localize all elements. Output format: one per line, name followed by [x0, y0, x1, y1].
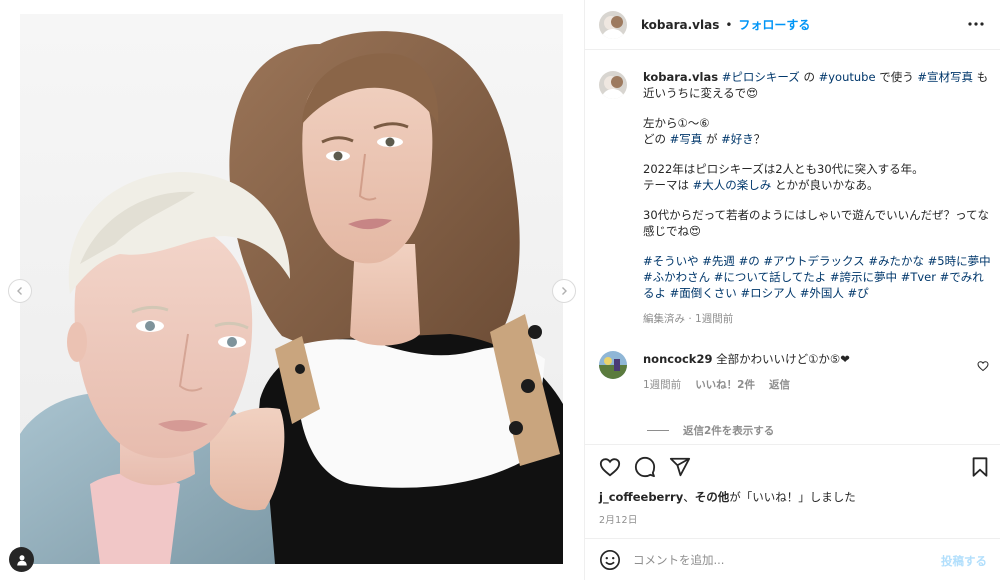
commenter-username[interactable]: noncock29 [643, 352, 712, 366]
hashtag-link[interactable]: #5時に夢中 [928, 254, 991, 268]
hashtag-link[interactable]: #誇示に夢中 [830, 270, 897, 284]
author-username[interactable]: kobara.vlas [641, 18, 719, 32]
hashtag-link[interactable]: #の [739, 254, 760, 268]
caption-text: kobara.vlas #ピロシキーズ の #youtube で使う #宣材写真… [643, 69, 993, 327]
comment-time[interactable]: 1週間前 [643, 377, 681, 393]
previous-image-button[interactable] [8, 279, 32, 303]
hashtag-link[interactable]: #アウトデラックス [763, 254, 864, 268]
next-image-button[interactable] [552, 279, 576, 303]
comments-list[interactable]: kobara.vlas #ピロシキーズ の #youtube で使う #宣材写真… [585, 51, 1000, 444]
hashtag-link[interactable]: #先週 [702, 254, 735, 268]
hashtag-link[interactable]: #Tver [901, 270, 936, 284]
media-panel [0, 0, 584, 580]
caption-theme-text: テーマは #大人の楽しみ とかが良いかなあ。 [643, 177, 993, 193]
comment-item: noncock29 全部かわいいけど①か⑤❤ 1週間前 いいね！2件 返信 [599, 351, 994, 393]
comment-text: 全部かわいいけど①か⑤❤ [712, 352, 850, 366]
caption-text-run: とかが良いかなあ。 [771, 178, 879, 192]
post-actions-bar [585, 444, 1000, 488]
chevron-right-icon [562, 287, 567, 295]
hashtag-link[interactable]: #そういや [643, 254, 699, 268]
hashtag-link[interactable]: #ロシア人 [740, 286, 796, 300]
caption-hashtags: #そういや #先週 #の #アウトデラックス #みたかな #5時に夢中 #ふかわ… [643, 253, 993, 301]
header-separator: • [725, 17, 733, 32]
comment-likes[interactable]: いいね！2件 [695, 377, 755, 393]
caption-text-run: で使う [875, 70, 918, 84]
caption-username[interactable]: kobara.vlas [643, 70, 718, 84]
comment-bubble-icon[interactable] [634, 456, 656, 478]
like-heart-icon[interactable] [599, 456, 621, 478]
caption-text-run: ？ [753, 132, 766, 146]
comment-input[interactable] [633, 552, 933, 567]
hashtag-link[interactable]: #宣材写真 [917, 70, 973, 84]
post-header: kobara.vlas • フォローする [585, 0, 1000, 50]
replies-divider [647, 430, 669, 431]
post-details-panel: kobara.vlas • フォローする kobara.vlas #ピロシキーズ… [584, 0, 1000, 580]
post-photo[interactable] [20, 14, 563, 564]
liker-username[interactable]: j_coffeeberry [599, 490, 683, 504]
hashtag-link[interactable]: #外国人 [800, 286, 844, 300]
caption-text-run: が [702, 132, 722, 146]
hashtag-link[interactable]: #について話してたよ [714, 270, 826, 284]
caption-text-run: どの [643, 132, 670, 146]
hashtag-link[interactable]: #みたかな [868, 254, 924, 268]
caption-text-run: の [799, 70, 819, 84]
more-options-button[interactable] [966, 14, 986, 34]
hashtag-link[interactable]: #大人の楽しみ [693, 178, 772, 192]
share-paper-plane-icon[interactable] [669, 456, 691, 478]
post-caption: kobara.vlas #ピロシキーズ の #youtube で使う #宣材写真… [599, 69, 994, 327]
author-avatar[interactable] [599, 10, 627, 39]
save-bookmark-icon[interactable] [969, 456, 991, 478]
caption-author-avatar[interactable] [599, 71, 627, 99]
caption-order-text: 左から①〜⑥ [643, 116, 710, 130]
comment-body: noncock29 全部かわいいけど①か⑤❤ 1週間前 いいね！2件 返信 [643, 351, 963, 393]
hashtag-link[interactable]: #youtube [819, 70, 876, 84]
view-replies-button[interactable]: 返信2件を表示する [647, 423, 774, 438]
follow-button[interactable]: フォローする [738, 16, 810, 33]
post-comment-button[interactable]: 投稿する [941, 553, 987, 569]
hashtag-link[interactable]: #ふかわさん [643, 270, 710, 284]
tagged-users-button[interactable] [9, 547, 34, 572]
caption-line-1: kobara.vlas #ピロシキーズ の #youtube で使う #宣材写真… [643, 69, 993, 101]
caption-year-text: 2022年はピロシキーズは2人とも30代に突入する年。 [643, 162, 924, 176]
hashtag-link[interactable]: #面倒くさい [670, 286, 737, 300]
comment-like-heart-icon[interactable] [977, 360, 989, 372]
post-date[interactable]: 2月12日 [599, 512, 638, 526]
chevron-left-icon [17, 287, 22, 295]
emoji-icon[interactable] [599, 549, 621, 571]
hashtag-link[interactable]: #好き [721, 132, 754, 146]
commenter-avatar[interactable] [599, 351, 627, 379]
hashtag-link[interactable]: #ピロシキーズ [722, 70, 800, 84]
instagram-post-view: kobara.vlas • フォローする kobara.vlas #ピロシキーズ… [0, 0, 1000, 580]
caption-meta: 編集済み · 1週間前 [643, 313, 734, 325]
user-icon [16, 554, 27, 565]
comment-composer: 投稿する [585, 538, 1000, 580]
photo-illustration [20, 14, 563, 564]
view-replies-label: 返信2件を表示する [683, 425, 775, 437]
caption-paragraph-2: 左から①〜⑥ どの #写真 が #好き？ [643, 115, 993, 147]
caption-question: どの #写真 が #好き？ [643, 131, 993, 147]
caption-paragraph-4: 30代からだって若者のようにはしゃいで遊んでいいんだぜ？ってな感じでね😍 [643, 208, 990, 238]
likes-summary: j_coffeeberry、その他が「いいね！」しました [599, 489, 856, 505]
hashtag-link[interactable]: #写真 [670, 132, 703, 146]
more-horizontal-icon [968, 22, 984, 26]
hashtag-link[interactable]: #ぴ [848, 286, 869, 300]
comment-meta: 1週間前 いいね！2件 返信 [643, 377, 963, 393]
comment-reply-button[interactable]: 返信 [769, 377, 790, 393]
likes-sep: 、 [683, 490, 695, 504]
likes-tail: が「いいね！」しました [729, 490, 856, 504]
likes-others-link[interactable]: その他 [695, 490, 730, 504]
caption-text-run: テーマは [643, 178, 693, 192]
caption-paragraph-3: 2022年はピロシキーズは2人とも30代に突入する年。 テーマは #大人の楽しみ… [643, 161, 993, 193]
